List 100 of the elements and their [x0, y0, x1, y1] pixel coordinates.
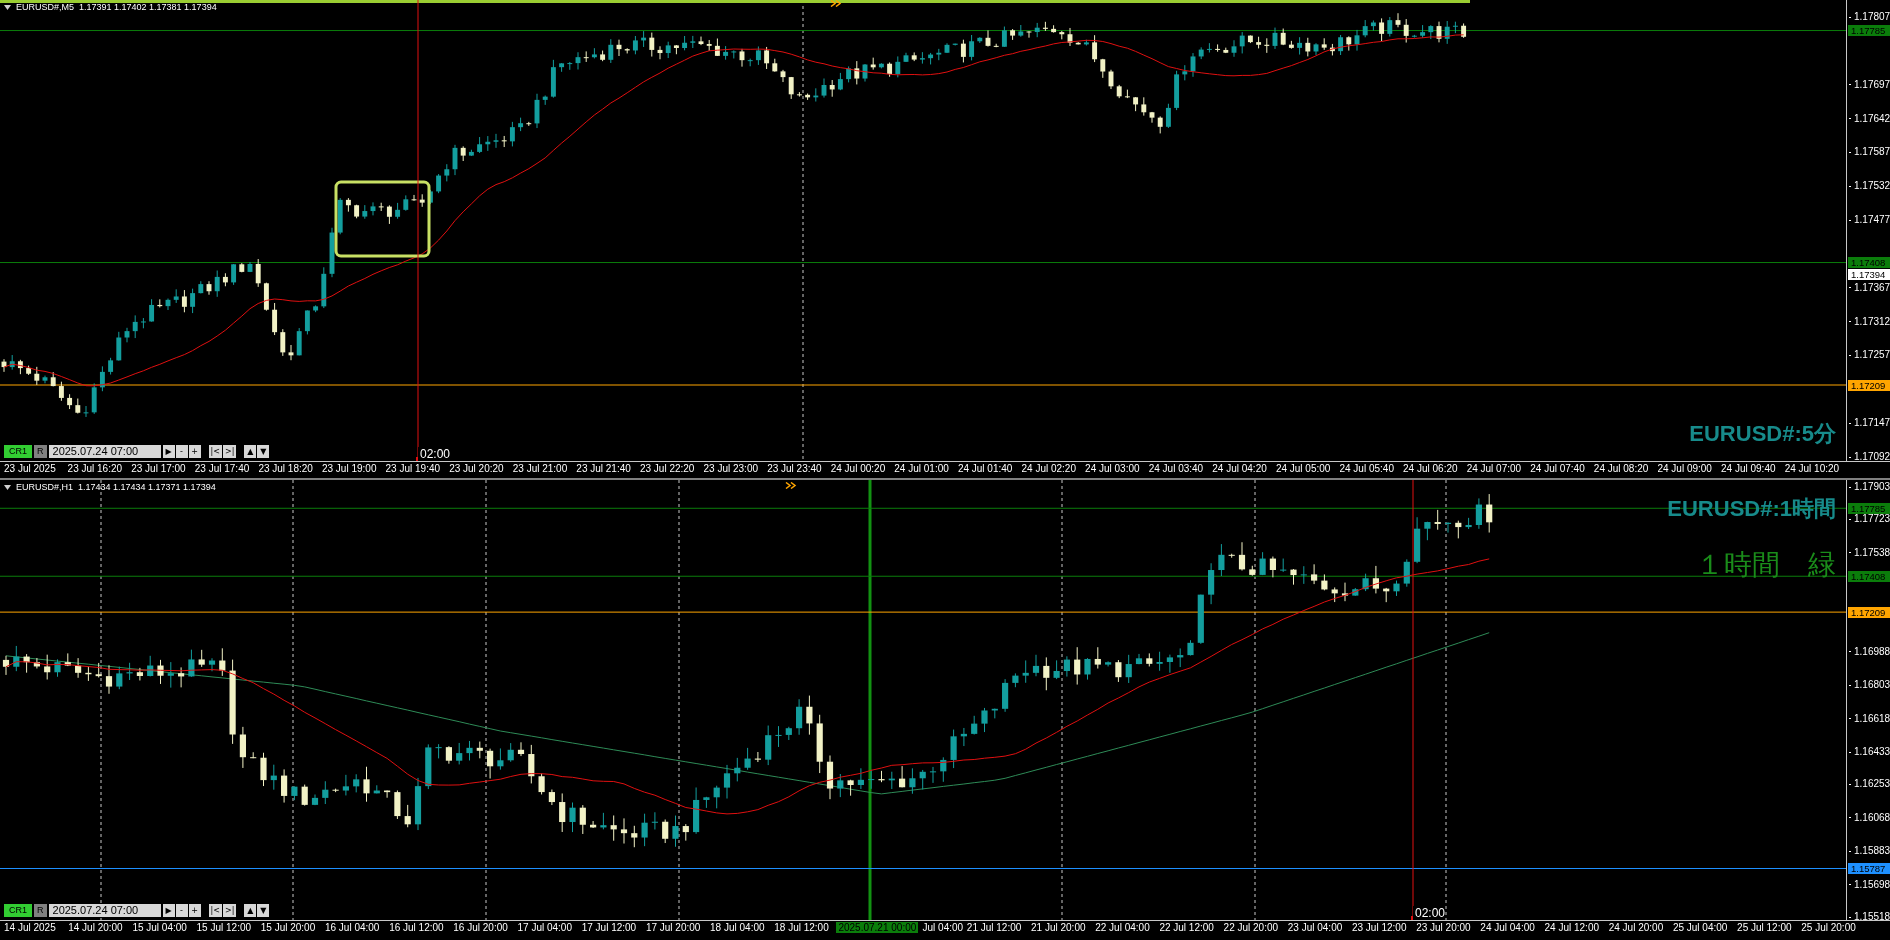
time-label: 24 Jul 05:00 — [1274, 463, 1332, 474]
price-tick: 1.17312 — [1849, 316, 1890, 327]
time-label: 24 Jul 02:20 — [1020, 463, 1077, 474]
time-label: 24 Jul 01:40 — [956, 463, 1014, 474]
time-label: 24 Jul 07:40 — [1529, 463, 1586, 474]
time-label: 16 Jul 20:00 — [452, 922, 509, 933]
price-tick: 1.15518 — [1849, 912, 1890, 922]
time-label: 17 Jul 20:00 — [644, 922, 702, 933]
time-label: 25 Jul 04:00 — [1671, 922, 1729, 933]
time-label: 25 Jul 20:00 — [1800, 922, 1857, 933]
time-label: 23 Jul 17:40 — [193, 463, 251, 474]
nav-button[interactable]: + — [188, 904, 201, 917]
time-label: 22 Jul 20:00 — [1222, 922, 1280, 933]
price-tick: 1.17092 — [1849, 452, 1890, 462]
time-label: 15 Jul 04:00 — [131, 922, 188, 933]
nav-button[interactable]: ▼ — [257, 904, 270, 917]
price-tick: 1.17697 — [1849, 79, 1890, 90]
price-tick: 1.16988 — [1849, 646, 1890, 657]
time-label: 15 Jul 20:00 — [259, 922, 317, 933]
price-tick: 1.15698 — [1849, 879, 1890, 890]
nav-button[interactable]: ▲ — [244, 445, 257, 458]
time-label: 23 Jul 21:40 — [575, 463, 632, 474]
nav-button[interactable]: |< — [208, 904, 222, 917]
price-tick: 1.17587 — [1849, 147, 1890, 158]
nav-button[interactable]: >| — [222, 904, 237, 917]
time-label: 24 Jul 08:20 — [1592, 463, 1650, 474]
time-label: 14 Jul 20:00 — [67, 922, 124, 933]
time-label: 24 Jul 03:00 — [1084, 463, 1141, 474]
time-label: 24 Jul 09:00 — [1656, 463, 1713, 474]
price-tag: 1.17785 — [1848, 25, 1890, 37]
date-field[interactable]: 2025.07.24 07:00 — [48, 445, 161, 458]
price-tick: 1.17538 — [1849, 547, 1890, 558]
nav-button[interactable]: ▲ — [244, 904, 257, 917]
price-tick: 1.17723 — [1849, 514, 1890, 525]
reset-button[interactable]: R — [34, 904, 47, 917]
time-label: 24 Jul 10:20 — [1783, 463, 1841, 474]
time-label: 25 Jul 12:00 — [1736, 922, 1793, 933]
time-label: 17 Jul 04:00 — [516, 922, 573, 933]
time-label: 23 Jul 23:40 — [766, 463, 823, 474]
time-label: 22 Jul 04:00 — [1094, 922, 1151, 933]
profile-button[interactable]: CR1 — [4, 904, 32, 917]
time-label: 15 Jul 12:00 — [195, 922, 253, 933]
time-label: 23 Jul 23:00 — [702, 463, 760, 474]
time-label: 23 Jul 20:00 — [1415, 922, 1472, 933]
time-label: 23 Jul 22:20 — [638, 463, 696, 474]
time-label: 24 Jul 07:00 — [1465, 463, 1523, 474]
time-label: 24 Jul 00:20 — [829, 463, 887, 474]
nav-button[interactable]: - — [175, 445, 188, 458]
cursor-time-label: 02:00 — [1413, 906, 1446, 920]
time-label: 24 Jul 04:20 — [1211, 463, 1268, 474]
price-tag: 1.17209 — [1848, 606, 1890, 618]
time-label: 23 Jul 04:00 — [1286, 922, 1344, 933]
price-tick: 1.17642 — [1849, 113, 1890, 124]
price-tick: 1.16803 — [1849, 680, 1890, 691]
time-label: 23 Jul 21:00 — [511, 463, 569, 474]
price-tick: 1.17477 — [1849, 215, 1890, 226]
price-tick: 1.17257 — [1849, 350, 1890, 361]
time-label: 18 Jul 12:00 — [773, 922, 830, 933]
price-tag: 1.17394 — [1848, 269, 1890, 281]
time-label: 23 Jul 18:20 — [257, 463, 314, 474]
price-tick: 1.17807 — [1849, 12, 1890, 22]
time-label: 24 Jul 05:40 — [1338, 463, 1395, 474]
time-label: 24 Jul 20:00 — [1607, 922, 1665, 933]
nav-button[interactable]: ▶ — [162, 445, 175, 458]
price-tick: 1.17532 — [1849, 181, 1890, 192]
nav-button[interactable]: ▶ — [162, 904, 175, 917]
nav-button[interactable]: >| — [222, 445, 237, 458]
time-label: 21 Jul 20:00 — [1030, 922, 1087, 933]
time-label: 16 Jul 12:00 — [388, 922, 445, 933]
time-label: 16 Jul 04:00 — [323, 922, 381, 933]
profile-button[interactable]: CR1 — [4, 445, 32, 458]
time-label: 22 Jul 12:00 — [1158, 922, 1215, 933]
price-tag: 1.17785 — [1848, 502, 1890, 514]
price-tick: 1.16618 — [1849, 713, 1890, 724]
date-field[interactable]: 2025.07.24 07:00 — [48, 904, 161, 917]
time-label: 14 Jul 2025 — [3, 922, 57, 933]
nav-button[interactable]: |< — [208, 445, 222, 458]
time-label: 24 Jul 03:40 — [1147, 463, 1205, 474]
nav-button[interactable]: - — [175, 904, 188, 917]
time-label: 23 Jul 16:20 — [66, 463, 124, 474]
price-tag: 1.17209 — [1848, 379, 1890, 391]
time-label: 24 Jul 09:40 — [1720, 463, 1777, 474]
chart-header: EURUSD#,M5 1.17391 1.17402 1.17381 1.17394 — [16, 2, 217, 12]
price-tick: 1.17903 — [1849, 482, 1890, 492]
time-label: 21 Jul 12:00 — [965, 922, 1023, 933]
price-tick: 1.15883 — [1849, 846, 1890, 857]
nav-button[interactable]: ▼ — [257, 445, 270, 458]
price-tag: 1.17408 — [1848, 570, 1890, 582]
price-tag: 1.15787 — [1848, 863, 1890, 874]
nav-button[interactable]: + — [188, 445, 201, 458]
time-label: 24 Jul 12:00 — [1543, 922, 1600, 933]
time-label: 23 Jul 19:40 — [384, 463, 442, 474]
price-tag: 1.17408 — [1848, 257, 1890, 269]
price-tick: 1.17367 — [1849, 282, 1890, 293]
time-label: 18 Jul 04:00 — [709, 922, 766, 933]
price-tick: 1.16253 — [1849, 779, 1890, 790]
time-label: 23 Jul 20:20 — [448, 463, 505, 474]
reset-button[interactable]: R — [34, 445, 47, 458]
time-label: 17 Jul 12:00 — [580, 922, 638, 933]
price-tick: 1.16433 — [1849, 747, 1890, 758]
